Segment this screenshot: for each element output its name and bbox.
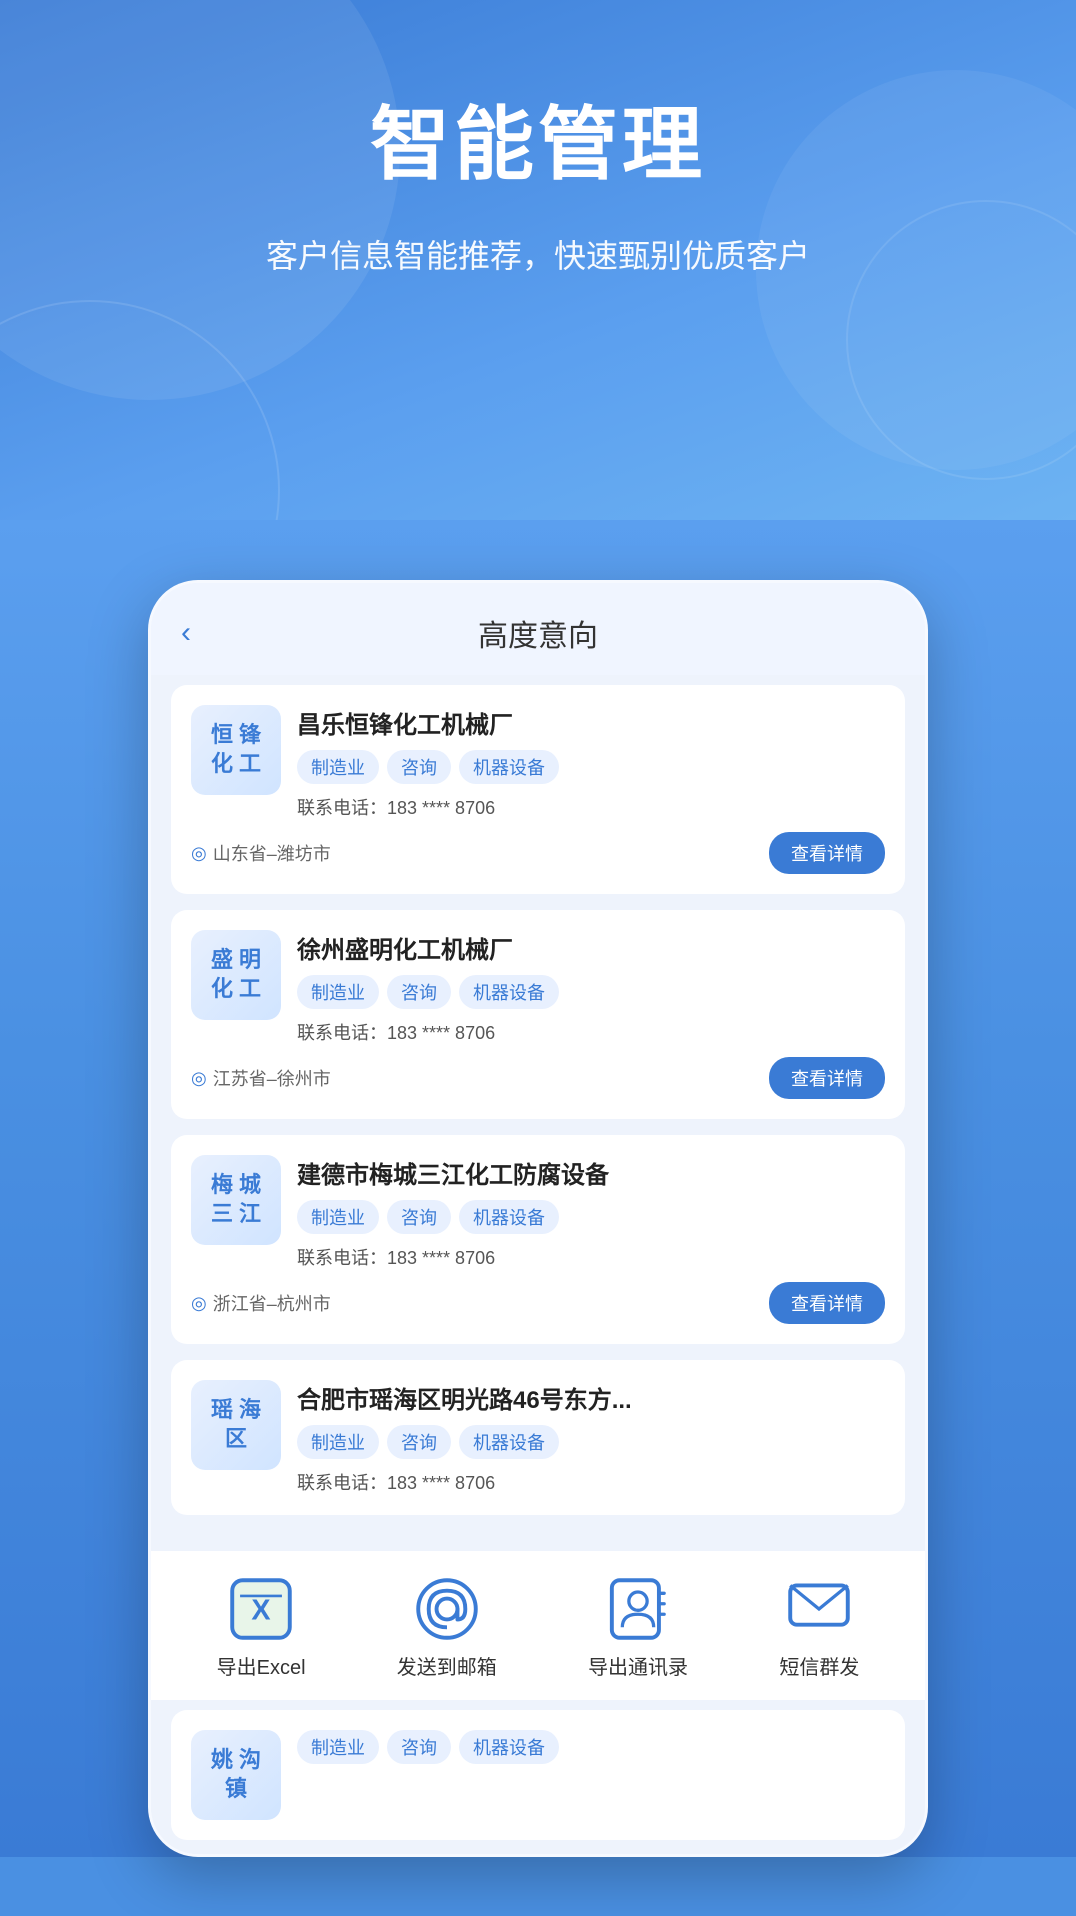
customer-card: 梅 城三 江 建德市梅城三江化工防腐设备 制造业 咨询 机器设备 联系电话：18…: [171, 1135, 905, 1344]
toolbar-item-sms[interactable]: 短信群发: [779, 1575, 859, 1680]
tag-list: 制造业 咨询 机器设备: [297, 975, 885, 1009]
contacts-icon: [604, 1575, 672, 1643]
email-icon: [413, 1575, 481, 1643]
tag: 机器设备: [459, 975, 559, 1009]
tag: 咨询: [387, 1425, 451, 1459]
toolbar-item-contacts[interactable]: 导出通讯录: [588, 1575, 688, 1680]
avatar: 恒 锋化 工: [191, 705, 281, 795]
tag: 制造业: [297, 750, 379, 784]
avatar-text: 梅 城三 江: [211, 1171, 261, 1228]
tag: 机器设备: [459, 1730, 559, 1764]
company-name: 合肥市瑶海区明光路46号东方...: [297, 1380, 885, 1415]
tag: 咨询: [387, 1730, 451, 1764]
card-footer: ◎ 浙江省–杭州市 查看详情: [191, 1282, 885, 1324]
card-phone: 联系电话：183 **** 8706: [297, 1469, 885, 1495]
phone-area: ‹ 高度意向 恒 锋化 工 昌乐恒锋化工机械厂 制造业 咨询 机器设备: [0, 520, 1076, 1857]
tag: 制造业: [297, 1425, 379, 1459]
card-content: 合肥市瑶海区明光路46号东方... 制造业 咨询 机器设备 联系电话：183 *…: [297, 1380, 885, 1495]
tag: 咨询: [387, 750, 451, 784]
tag: 制造业: [297, 1200, 379, 1234]
card-content: 昌乐恒锋化工机械厂 制造业 咨询 机器设备 联系电话：183 **** 8706: [297, 705, 885, 820]
tag-list: 制造业 咨询 机器设备: [297, 1200, 885, 1234]
toolbar-item-excel[interactable]: X 导出Excel: [217, 1575, 306, 1680]
tag: 制造业: [297, 975, 379, 1009]
excel-icon: X: [227, 1575, 295, 1643]
company-name: 徐州盛明化工机械厂: [297, 930, 885, 965]
avatar: 瑶 海区: [191, 1380, 281, 1470]
card-content: 徐州盛明化工机械厂 制造业 咨询 机器设备 联系电话：183 **** 8706: [297, 930, 885, 1045]
card-phone: 联系电话：183 **** 8706: [297, 1244, 885, 1270]
phone-screen-title: 高度意向: [478, 611, 598, 655]
tag: 机器设备: [459, 1425, 559, 1459]
company-name: 昌乐恒锋化工机械厂: [297, 705, 885, 740]
phone-mockup: ‹ 高度意向 恒 锋化 工 昌乐恒锋化工机械厂 制造业 咨询 机器设备: [148, 580, 928, 1857]
location-text: 山东省–潍坊市: [213, 840, 331, 866]
tag-list: 制造业 咨询 机器设备: [297, 1425, 885, 1459]
detail-button[interactable]: 查看详情: [769, 1057, 885, 1099]
phone-header: ‹ 高度意向: [151, 583, 925, 675]
location-icon: ◎: [191, 1068, 207, 1089]
location-text: 江苏省–徐州市: [213, 1065, 331, 1091]
card-footer: ◎ 江苏省–徐州市 查看详情: [191, 1057, 885, 1099]
customer-card-list: 恒 锋化 工 昌乐恒锋化工机械厂 制造业 咨询 机器设备 联系电话：183 **…: [151, 675, 925, 1551]
svg-text:X: X: [251, 1594, 270, 1626]
detail-button[interactable]: 查看详情: [769, 832, 885, 874]
location-icon: ◎: [191, 1293, 207, 1314]
tag: 机器设备: [459, 1200, 559, 1234]
toolbar-label: 发送到邮箱: [397, 1651, 497, 1680]
tag: 机器设备: [459, 750, 559, 784]
location-text: 浙江省–杭州市: [213, 1290, 331, 1316]
avatar-text: 恒 锋化 工: [211, 721, 261, 778]
card-location: ◎ 山东省–潍坊市: [191, 840, 331, 866]
hero-title: 智能管理: [40, 80, 1036, 196]
back-button[interactable]: ‹: [181, 616, 191, 650]
tag: 制造业: [297, 1730, 379, 1764]
toolbar-label: 导出Excel: [217, 1651, 306, 1680]
customer-card: 盛 明化 工 徐州盛明化工机械厂 制造业 咨询 机器设备 联系电话：183 **…: [171, 910, 905, 1119]
card-footer: ◎ 山东省–潍坊市 查看详情: [191, 832, 885, 874]
toolbar-item-email[interactable]: 发送到邮箱: [397, 1575, 497, 1680]
avatar: 盛 明化 工: [191, 930, 281, 1020]
company-name: 建德市梅城三江化工防腐设备: [297, 1155, 885, 1190]
tag: 咨询: [387, 975, 451, 1009]
avatar-text: 盛 明化 工: [211, 946, 261, 1003]
customer-card: 恒 锋化 工 昌乐恒锋化工机械厂 制造业 咨询 机器设备 联系电话：183 **…: [171, 685, 905, 894]
card-phone: 联系电话：183 **** 8706: [297, 1019, 885, 1045]
sms-icon: [785, 1575, 853, 1643]
toolbar-label: 导出通讯录: [588, 1651, 688, 1680]
location-icon: ◎: [191, 843, 207, 864]
toolbar-label: 短信群发: [779, 1651, 859, 1680]
bottom-toolbar: X 导出Excel 发送到邮箱: [151, 1551, 925, 1700]
tag-list: 制造业 咨询 机器设备: [297, 750, 885, 784]
card-content: 建德市梅城三江化工防腐设备 制造业 咨询 机器设备 联系电话：183 **** …: [297, 1155, 885, 1270]
avatar: 姚 沟镇: [191, 1730, 281, 1820]
partial-customer-card: 姚 沟镇 制造业 咨询 机器设备: [171, 1710, 905, 1840]
tag-list: 制造业 咨询 机器设备: [297, 1730, 885, 1764]
card-location: ◎ 江苏省–徐州市: [191, 1065, 331, 1091]
tag: 咨询: [387, 1200, 451, 1234]
avatar: 梅 城三 江: [191, 1155, 281, 1245]
card-phone: 联系电话：183 **** 8706: [297, 794, 885, 820]
customer-card: 瑶 海区 合肥市瑶海区明光路46号东方... 制造业 咨询 机器设备 联系电话：…: [171, 1360, 905, 1515]
card-content: 制造业 咨询 机器设备: [297, 1730, 885, 1774]
hero-section: 智能管理 客户信息智能推荐，快速甄别优质客户: [0, 0, 1076, 520]
hero-subtitle: 客户信息智能推荐，快速甄别优质客户: [40, 232, 1036, 280]
avatar-text: 姚 沟镇: [211, 1746, 261, 1803]
detail-button[interactable]: 查看详情: [769, 1282, 885, 1324]
avatar-text: 瑶 海区: [211, 1396, 261, 1453]
card-location: ◎ 浙江省–杭州市: [191, 1290, 331, 1316]
